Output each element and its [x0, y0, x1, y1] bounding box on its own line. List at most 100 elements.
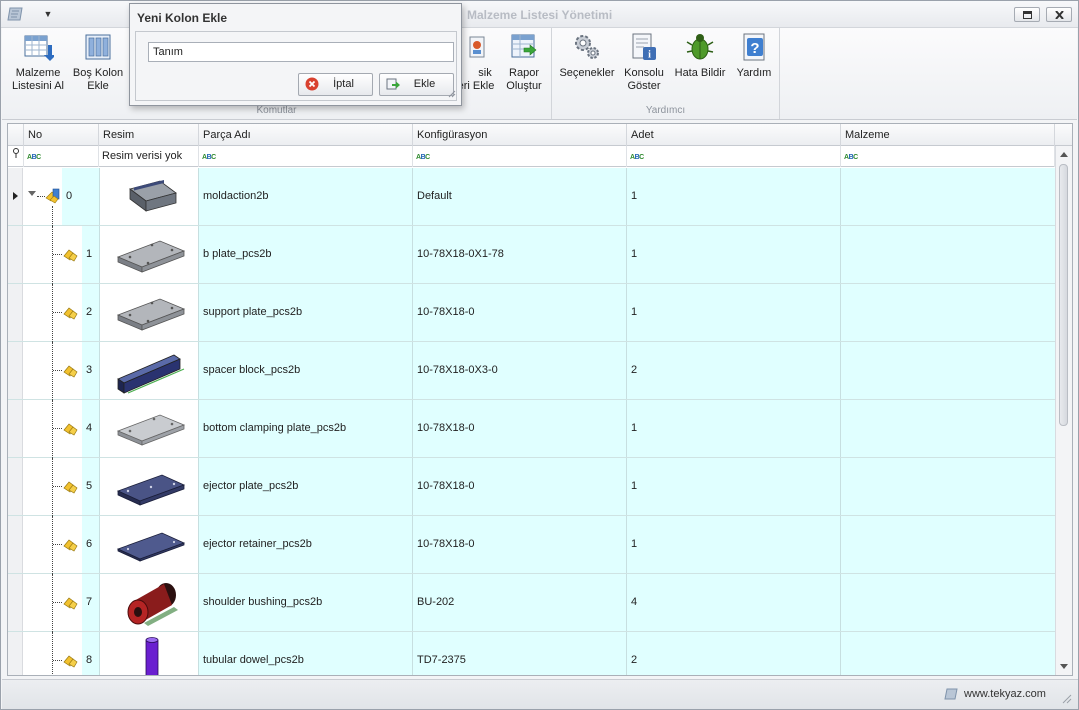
- row-indicator[interactable]: [8, 226, 23, 283]
- table-row[interactable]: 0 moldaction2b Default 1: [8, 168, 1055, 226]
- cell-adet[interactable]: 1: [627, 516, 841, 573]
- column-name-input[interactable]: [148, 42, 454, 62]
- column-header-no[interactable]: No: [24, 124, 99, 146]
- cell-no[interactable]: 4: [82, 400, 99, 457]
- yardim-button[interactable]: ? Yardım: [732, 31, 776, 80]
- cell-adet[interactable]: 1: [627, 400, 841, 457]
- cell-resim[interactable]: [99, 574, 199, 631]
- cell-no[interactable]: 6: [82, 516, 99, 573]
- cell-malzeme[interactable]: [841, 226, 1055, 283]
- table-row[interactable]: 5 ejector plate_pcs2b 10-78X18-0 1: [8, 458, 1055, 516]
- table-row[interactable]: 6 ejector retainer_pcs2b 10-78X18-0 1: [8, 516, 1055, 574]
- resize-grip-icon[interactable]: [1062, 694, 1072, 704]
- cell-parca-adi[interactable]: moldaction2b: [199, 168, 413, 225]
- add-button[interactable]: Ekle: [379, 73, 454, 96]
- vertical-scrollbar[interactable]: [1055, 146, 1072, 675]
- row-indicator[interactable]: [8, 632, 23, 675]
- column-header-malzeme[interactable]: Malzeme: [841, 124, 1055, 146]
- table-row[interactable]: 8 tubular dowel_pcs2b TD7-2375 2: [8, 632, 1055, 675]
- hata-bildir-button[interactable]: Hata Bildir: [672, 31, 728, 80]
- cell-adet[interactable]: 2: [627, 342, 841, 399]
- cell-parca-adi[interactable]: tubular dowel_pcs2b: [199, 632, 413, 675]
- cell-malzeme[interactable]: [841, 284, 1055, 341]
- table-row[interactable]: 2 support plate_pcs2b 10-78X18-0 1: [8, 284, 1055, 342]
- cell-adet[interactable]: 1: [627, 458, 841, 515]
- cell-konfigurasyon[interactable]: BU-202: [413, 574, 627, 631]
- table-row[interactable]: 7 shoulder bushing_pcs2b BU-202 4: [8, 574, 1055, 632]
- scroll-up-icon[interactable]: [1060, 152, 1068, 157]
- cell-no[interactable]: 3: [82, 342, 99, 399]
- row-indicator[interactable]: [8, 458, 23, 515]
- column-header-adet[interactable]: Adet: [627, 124, 841, 146]
- filter-parca-adi[interactable]: ABC: [199, 146, 413, 167]
- cell-parca-adi[interactable]: ejector retainer_pcs2b: [199, 516, 413, 573]
- cell-parca-adi[interactable]: b plate_pcs2b: [199, 226, 413, 283]
- quick-access-dropdown-icon[interactable]: ▼: [41, 7, 55, 21]
- konsolu-goster-button[interactable]: i Konsolu Göster: [622, 31, 666, 93]
- row-indicator[interactable]: [8, 168, 23, 225]
- filter-malzeme[interactable]: ABC: [841, 146, 1055, 167]
- cell-resim[interactable]: [99, 516, 199, 573]
- cell-resim[interactable]: [99, 400, 199, 457]
- row-indicator[interactable]: [8, 516, 23, 573]
- cell-parca-adi[interactable]: spacer block_pcs2b: [199, 342, 413, 399]
- column-header-konfigurasyon[interactable]: Konfigürasyon: [413, 124, 627, 146]
- cell-resim[interactable]: [99, 226, 199, 283]
- cell-parca-adi[interactable]: bottom clamping plate_pcs2b: [199, 400, 413, 457]
- rapor-olustur-button[interactable]: Rapor Oluştur: [502, 31, 546, 93]
- row-indicator[interactable]: [8, 400, 23, 457]
- cell-malzeme[interactable]: [841, 168, 1055, 225]
- cell-no[interactable]: 7: [82, 574, 99, 631]
- cell-resim[interactable]: [99, 168, 199, 225]
- filter-no[interactable]: ABC: [24, 146, 99, 167]
- cell-resim[interactable]: [99, 458, 199, 515]
- table-row[interactable]: 4 bottom clamping plate_pcs2b 10-78X18-0 1: [8, 400, 1055, 458]
- secenekler-button[interactable]: Seçenekler: [558, 31, 616, 80]
- cell-no[interactable]: 5: [82, 458, 99, 515]
- malzeme-listesi-button[interactable]: Malzeme Listesini Al: [10, 31, 66, 93]
- row-indicator[interactable]: [8, 342, 23, 399]
- cell-malzeme[interactable]: [841, 632, 1055, 675]
- row-indicator[interactable]: [8, 284, 23, 341]
- cell-no[interactable]: 0: [62, 168, 99, 225]
- cell-malzeme[interactable]: [841, 574, 1055, 631]
- website-link[interactable]: www.tekyaz.com: [964, 688, 1046, 700]
- filter-adet[interactable]: ABC: [627, 146, 841, 167]
- cell-resim[interactable]: [99, 632, 199, 675]
- row-indicator[interactable]: [8, 574, 23, 631]
- cell-resim[interactable]: [99, 284, 199, 341]
- cell-parca-adi[interactable]: ejector plate_pcs2b: [199, 458, 413, 515]
- cell-konfigurasyon[interactable]: 10-78X18-0X3-0: [413, 342, 627, 399]
- cell-konfigurasyon[interactable]: 10-78X18-0: [413, 284, 627, 341]
- cell-konfigurasyon[interactable]: 10-78X18-0: [413, 458, 627, 515]
- scroll-thumb[interactable]: [1059, 164, 1068, 426]
- table-row[interactable]: 3 spacer block_pcs2b 10-78X18-0X3-0 2: [8, 342, 1055, 400]
- cell-resim[interactable]: [99, 342, 199, 399]
- cell-parca-adi[interactable]: shoulder bushing_pcs2b: [199, 574, 413, 631]
- cancel-button[interactable]: İptal: [298, 73, 373, 96]
- cell-adet[interactable]: 2: [627, 632, 841, 675]
- bos-kolon-ekle-button[interactable]: Boş Kolon Ekle: [70, 31, 126, 93]
- close-button[interactable]: [1046, 7, 1072, 22]
- scroll-down-icon[interactable]: [1060, 664, 1068, 669]
- table-row[interactable]: 1b plate_pcs2b 10-78X18-0X1-78 1: [8, 226, 1055, 284]
- cell-malzeme[interactable]: [841, 516, 1055, 573]
- cell-adet[interactable]: 1: [627, 226, 841, 283]
- column-header-parca-adi[interactable]: Parça Adı: [199, 124, 413, 146]
- cell-adet[interactable]: 4: [627, 574, 841, 631]
- cell-malzeme[interactable]: [841, 342, 1055, 399]
- column-header-resim[interactable]: Resim: [99, 124, 199, 146]
- cell-malzeme[interactable]: [841, 400, 1055, 457]
- restore-button[interactable]: [1014, 7, 1040, 22]
- filter-konfigurasyon[interactable]: ABC: [413, 146, 627, 167]
- cell-parca-adi[interactable]: support plate_pcs2b: [199, 284, 413, 341]
- cell-no[interactable]: 1: [82, 226, 99, 283]
- cell-adet[interactable]: 1: [627, 168, 841, 225]
- dialog-resize-grip-icon[interactable]: [448, 90, 456, 98]
- cell-malzeme[interactable]: [841, 458, 1055, 515]
- cell-no[interactable]: 2: [82, 284, 99, 341]
- cell-konfigurasyon[interactable]: 10-78X18-0X1-78: [413, 226, 627, 283]
- cell-konfigurasyon[interactable]: 10-78X18-0: [413, 516, 627, 573]
- collapse-icon[interactable]: [28, 190, 36, 198]
- cell-konfigurasyon[interactable]: 10-78X18-0: [413, 400, 627, 457]
